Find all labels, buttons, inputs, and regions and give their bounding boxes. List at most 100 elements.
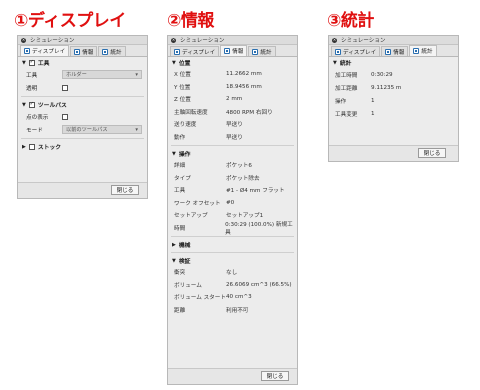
stats-key: 加工距離 [335, 85, 358, 92]
section-label: 工具 [37, 61, 50, 67]
tab-label: ディスプレイ [182, 49, 216, 56]
close-icon[interactable]: × [171, 37, 176, 43]
transparent-checkbox[interactable] [62, 84, 68, 91]
stock-section-header[interactable]: ▶ ストック [18, 141, 147, 152]
stats-section-header[interactable]: ▼ 統計 [329, 57, 458, 68]
info-row: タイプ ポケット除去 [168, 172, 297, 185]
section-label: 統計 [339, 61, 352, 67]
tab-info[interactable]: 情報 [220, 45, 248, 56]
simulation-panel-info: × シミュレーション ディスプレイ 情報 統計 ▼ 位置 X 位置 11.2662… [167, 35, 298, 385]
info-tab-icon [385, 48, 392, 55]
expand-triangle-icon: ▶ [172, 241, 176, 248]
info-value: なし [226, 270, 238, 277]
tab-label: 情報 [232, 49, 244, 55]
close-button[interactable]: 閉じる [111, 185, 139, 195]
divider [171, 236, 294, 237]
section-label: ツールパス [37, 103, 67, 109]
info-value: 早送り [226, 134, 243, 141]
collapse-triangle-icon: ▼ [22, 101, 26, 108]
info-key: 距離 [174, 307, 186, 314]
tab-display[interactable]: ディスプレイ [170, 46, 220, 56]
info-row: 時間 0:30:29 (100.0%) 新規工具 [168, 222, 297, 236]
tab-label: 情報 [82, 49, 94, 56]
verify-section-header[interactable]: ▼ 検証 [168, 255, 297, 266]
collapse-triangle-icon: ▼ [172, 257, 176, 264]
stats-row: 加工時間 0:30:29 [329, 68, 458, 81]
info-key: 主軸回転速度 [174, 109, 208, 116]
stats-row: 加工距離 9.11235 m [329, 81, 458, 94]
collapse-triangle-icon: ▼ [333, 59, 337, 66]
operation-section-header[interactable]: ▼ 操作 [168, 148, 297, 159]
heading-stats: ③統計 [327, 11, 374, 31]
toolpath-section-header[interactable]: ▼ ✓ ツールパス [18, 99, 147, 110]
stats-row: 操作 1 [329, 94, 458, 107]
points-row: 点の表示 [18, 110, 147, 123]
collapse-triangle-icon: ▼ [172, 150, 176, 157]
info-key: 送り速度 [174, 122, 197, 129]
info-key: Y 位置 [174, 84, 191, 91]
toolpath-checkbox[interactable]: ✓ [28, 101, 35, 108]
tool-section-header[interactable]: ▼ ✓ 工具 [18, 57, 147, 68]
divider [171, 252, 294, 253]
collapse-triangle-icon: ▼ [172, 59, 176, 66]
mode-row: モード 以前のツールパス ▾ [18, 123, 147, 136]
stats-list: 加工時間 0:30:29 加工距離 9.11235 m 操作 1 工具変更 1 [329, 68, 458, 120]
info-row: 主軸回転速度 4800 RPM 右回り [168, 106, 297, 119]
tab-display[interactable]: ディスプレイ [331, 46, 381, 56]
points-checkbox[interactable] [62, 113, 68, 120]
info-key: Z 位置 [174, 97, 191, 104]
stats-key: 工具変更 [335, 111, 358, 118]
info-value: #0 [226, 199, 235, 206]
tool-dropdown-value: ホルダー [66, 72, 87, 78]
info-row: X 位置 11.2662 mm [168, 68, 297, 81]
info-key: 衝突 [174, 270, 186, 277]
close-button[interactable]: 閉じる [261, 371, 289, 381]
info-value: 2 mm [226, 96, 243, 103]
info-row: 詳細 ポケット6 [168, 159, 297, 172]
tab-stats[interactable]: 統計 [98, 46, 126, 56]
verify-list: 衝突 なし ボリューム 26.6069 cm^3 (66.5%) ボリューム スター… [168, 266, 297, 316]
section-label: 位置 [178, 61, 191, 67]
tab-stats[interactable]: 統計 [409, 45, 437, 56]
tool-checkbox[interactable]: ✓ [28, 59, 35, 66]
machine-section-header[interactable]: ▶ 機械 [168, 239, 297, 250]
close-button[interactable]: 閉じる [418, 148, 446, 158]
info-value: ポケット除去 [226, 175, 260, 182]
chevron-down-icon: ▾ [135, 71, 138, 78]
info-key: X 位置 [174, 72, 191, 79]
mode-dropdown-value: 以前のツールパス [66, 127, 108, 133]
section-label: 検証 [178, 259, 191, 265]
close-icon[interactable]: × [21, 37, 26, 43]
heading-display: ①ディスプレイ [14, 11, 126, 31]
operation-list: 詳細 ポケット6 タイプ ポケット除去 工具 #1 - Ø4 mm フラット ワーク … [168, 159, 297, 236]
stock-checkbox[interactable] [28, 143, 35, 150]
tool-dropdown[interactable]: ホルダー ▾ [62, 70, 142, 79]
info-tab-icon [224, 48, 231, 54]
info-value: 40 cm^3 [226, 294, 252, 301]
display-tab-icon [335, 48, 341, 55]
display-tab-icon [24, 48, 30, 54]
stats-tab-icon [102, 48, 109, 55]
tab-display[interactable]: ディスプレイ [20, 45, 70, 56]
titlebar: × シミュレーション [168, 36, 297, 45]
info-row: ボリューム 26.6069 cm^3 (66.5%) [168, 279, 297, 292]
window-title: シミュレーション [180, 38, 225, 44]
info-row: 衝突 なし [168, 266, 297, 279]
info-value: 18.9456 mm [226, 83, 262, 90]
expand-triangle-icon: ▶ [22, 143, 26, 150]
info-row: ワーク オフセット #0 [168, 197, 297, 210]
mode-dropdown[interactable]: 以前のツールパス ▾ [62, 125, 142, 134]
tool-row: 工具 ホルダー ▾ [18, 68, 147, 81]
info-key: ボリューム スタート [174, 295, 226, 302]
info-key: 動作 [174, 134, 186, 141]
info-key: ボリューム [174, 282, 202, 289]
window-title: シミュレーション [30, 38, 75, 44]
close-icon[interactable]: × [332, 37, 337, 43]
info-row: 送り速度 早送り [168, 118, 297, 131]
tab-stats[interactable]: 統計 [248, 46, 276, 56]
position-section-header[interactable]: ▼ 位置 [168, 57, 297, 68]
position-list: X 位置 11.2662 mm Y 位置 18.9456 mm Z 位置 2 mm 主… [168, 68, 297, 143]
tab-info[interactable]: 情報 [70, 46, 98, 56]
tab-info[interactable]: 情報 [381, 46, 409, 56]
info-key: ワーク オフセット [174, 200, 221, 207]
